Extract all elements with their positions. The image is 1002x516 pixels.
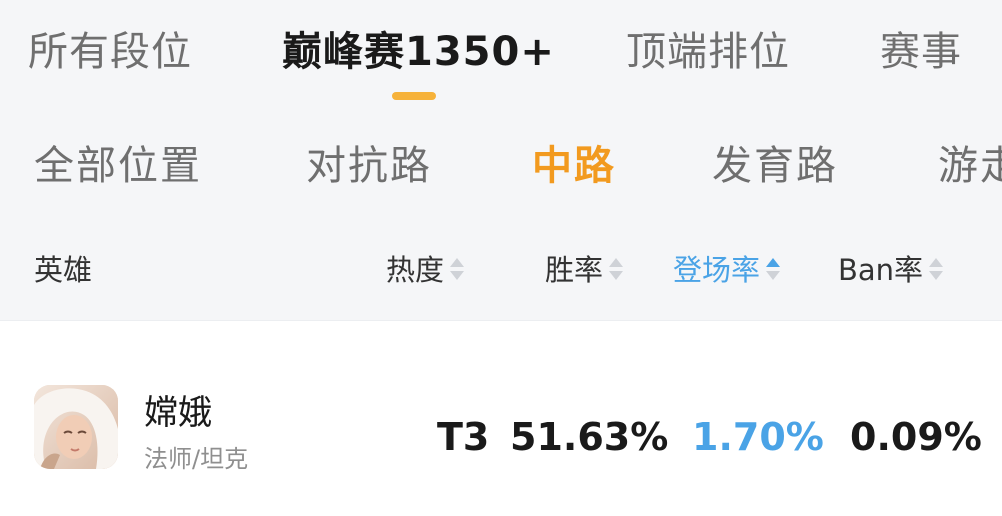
table-header: 英雄 热度 胜率 登场率 Ban率 bbox=[0, 224, 1002, 320]
col-pick-rate-label: 登场率 bbox=[673, 253, 761, 287]
tab-roam[interactable]: 游走 bbox=[938, 140, 1002, 192]
col-popularity[interactable]: 热度 bbox=[386, 250, 465, 290]
col-win-rate[interactable]: 胜率 bbox=[545, 250, 624, 290]
tab-farm-lane[interactable]: 发育路 bbox=[712, 140, 838, 192]
hero-portrait-icon bbox=[34, 385, 118, 469]
sort-arrows-icon bbox=[450, 255, 465, 283]
col-hero: 英雄 bbox=[34, 253, 93, 287]
sort-ascending-icon bbox=[766, 255, 781, 283]
tab-events[interactable]: 赛事 bbox=[880, 26, 962, 78]
col-ban-rate-label: Ban率 bbox=[838, 253, 924, 287]
col-win-rate-label: 胜率 bbox=[545, 253, 604, 287]
ban-rate-value: 0.09% bbox=[850, 415, 982, 459]
hero-name: 嫦娥 bbox=[144, 393, 212, 433]
tab-top-ranked[interactable]: 顶端排位 bbox=[626, 26, 790, 78]
hero-stats-page: 所有段位 巅峰赛1350+ 顶端排位 赛事 全部位置 对抗路 中路 发育路 游走… bbox=[0, 0, 1002, 516]
table-row[interactable]: 嫦娥 法师/坦克 T3 51.63% 1.70% 0.09% bbox=[0, 320, 1002, 516]
win-rate-value: 51.63% bbox=[510, 415, 669, 459]
hero-avatar bbox=[34, 385, 118, 469]
tier-value: T3 bbox=[437, 415, 490, 459]
sort-arrows-icon bbox=[929, 255, 944, 283]
sort-arrows-icon bbox=[609, 255, 624, 283]
active-tab-indicator bbox=[392, 92, 436, 100]
col-popularity-label: 热度 bbox=[386, 253, 445, 287]
col-ban-rate[interactable]: Ban率 bbox=[838, 250, 944, 290]
tab-peak-1350[interactable]: 巅峰赛1350+ bbox=[282, 26, 555, 100]
rank-tabs: 所有段位 巅峰赛1350+ 顶端排位 赛事 bbox=[0, 0, 1002, 112]
tab-all-positions[interactable]: 全部位置 bbox=[34, 140, 202, 192]
position-tabs: 全部位置 对抗路 中路 发育路 游走 bbox=[0, 112, 1002, 224]
col-pick-rate[interactable]: 登场率 bbox=[673, 250, 781, 290]
tab-clash-lane[interactable]: 对抗路 bbox=[306, 140, 432, 192]
hero-roles: 法师/坦克 bbox=[144, 445, 249, 473]
pick-rate-value: 1.70% bbox=[692, 415, 824, 459]
tab-all-ranks[interactable]: 所有段位 bbox=[28, 26, 192, 78]
tab-mid-lane[interactable]: 中路 bbox=[532, 140, 616, 192]
tab-peak-1350-label: 巅峰赛1350+ bbox=[282, 29, 555, 75]
